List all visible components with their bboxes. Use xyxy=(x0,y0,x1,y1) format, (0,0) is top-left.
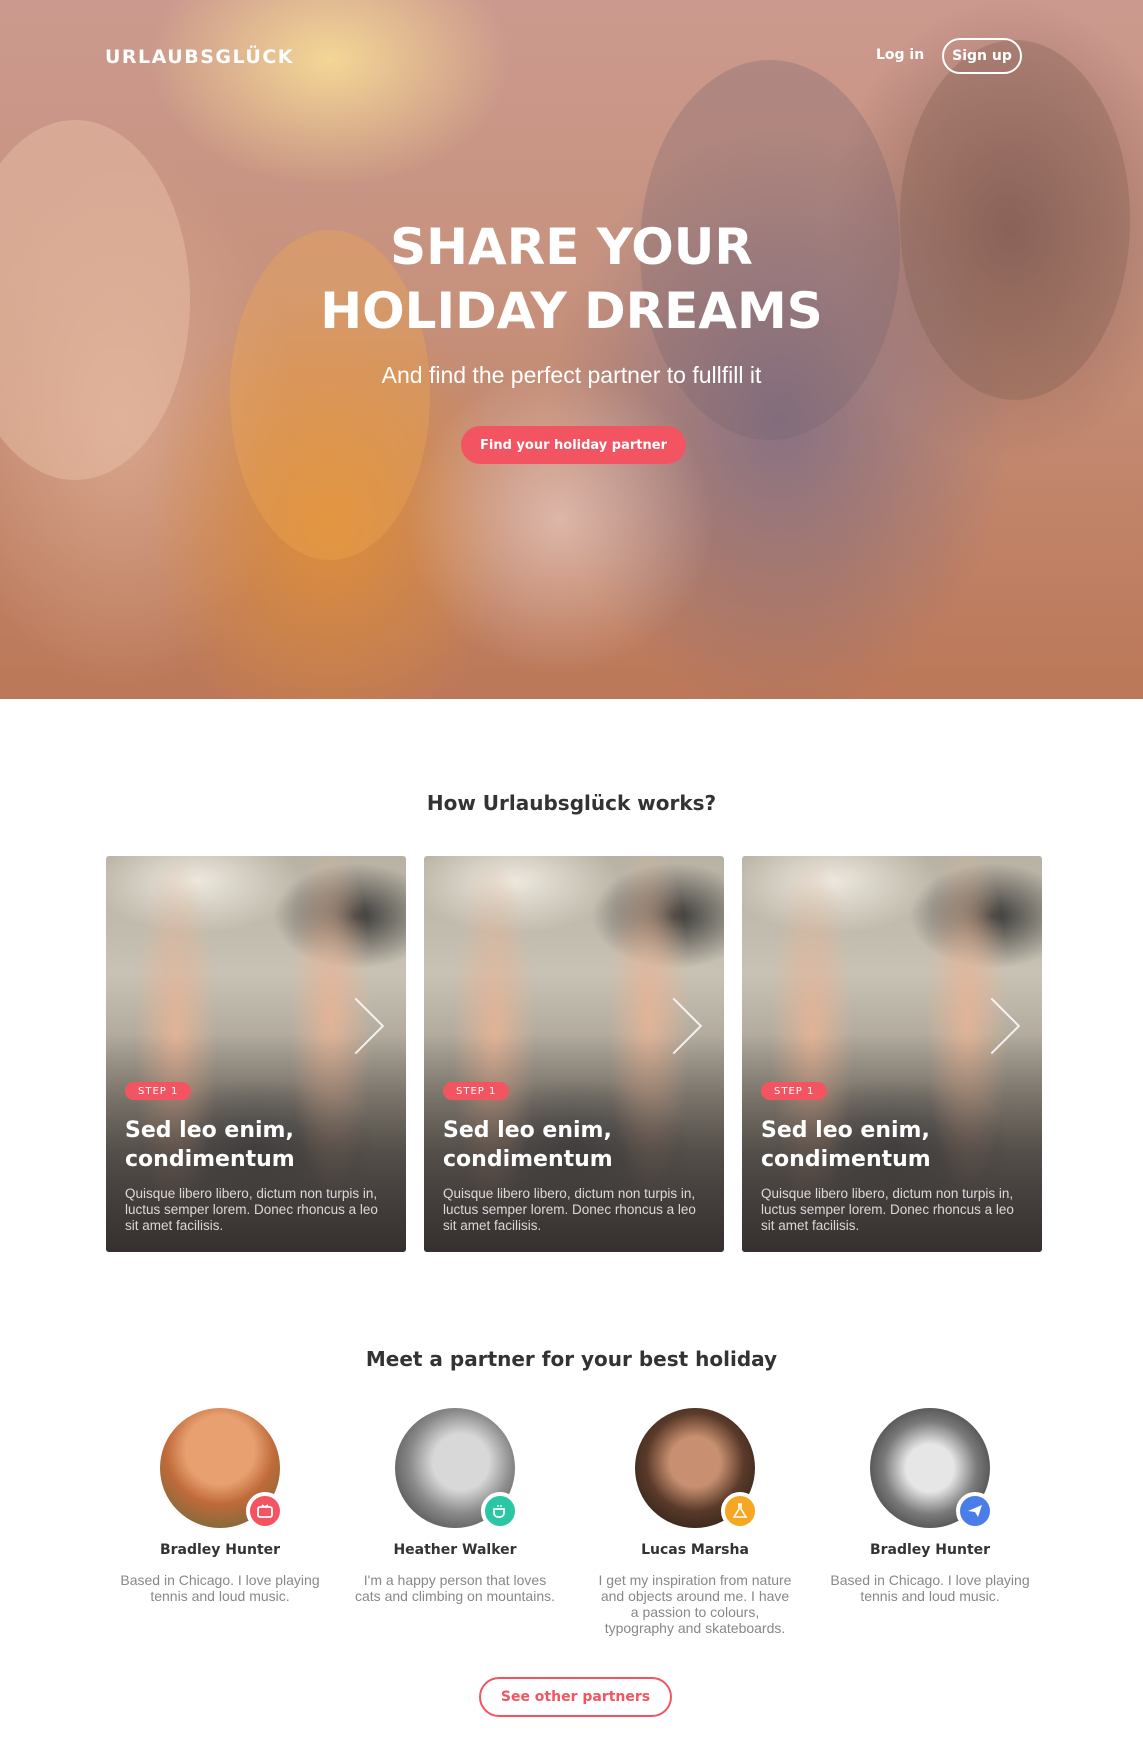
partner-card[interactable]: Bradley Hunter Based in Chicago. I love … xyxy=(120,1408,320,1604)
partner-bio: I get my inspiration from nature and obj… xyxy=(598,1572,792,1636)
partner-card[interactable]: Bradley Hunter Based in Chicago. I love … xyxy=(830,1408,1030,1604)
find-partner-button[interactable]: Find your holiday partner xyxy=(461,426,686,464)
how-it-works-title: How Urlaubsglück works? xyxy=(426,791,717,815)
hero-section: URLAUBSGLÜCK Log in Sign up SHARE YOUR H… xyxy=(0,0,1143,699)
signup-button[interactable]: Sign up xyxy=(942,38,1022,74)
brand-logo[interactable]: URLAUBSGLÜCK xyxy=(105,46,294,68)
avatar[interactable] xyxy=(160,1408,284,1530)
step-card[interactable]: STEP 1 Sed leo enim, condimentum Quisque… xyxy=(424,856,724,1252)
partner-bio: Based in Chicago. I love playing tennis … xyxy=(120,1572,320,1604)
step-card[interactable]: STEP 1 Sed leo enim, condimentum Quisque… xyxy=(742,856,1042,1252)
partner-name: Bradley Hunter xyxy=(159,1542,281,1558)
step-badge: STEP 1 xyxy=(443,1082,510,1100)
top-navigation: URLAUBSGLÜCK Log in Sign up xyxy=(0,0,1143,112)
partner-bio: Based in Chicago. I love playing tennis … xyxy=(830,1572,1030,1604)
partner-name: Bradley Hunter xyxy=(869,1542,991,1558)
hero-subtitle: And find the perfect partner to fullfill… xyxy=(381,362,762,388)
chevron-right-icon[interactable] xyxy=(963,997,1021,1055)
partner-name: Lucas Marsha xyxy=(641,1542,749,1558)
coffee-cup-icon xyxy=(481,1492,519,1530)
chevron-right-icon[interactable] xyxy=(327,997,385,1055)
hero-title-line-2: HOLIDAY DREAMS xyxy=(320,282,823,340)
avatar[interactable] xyxy=(635,1408,759,1530)
partner-bio: I'm a happy person that loves cats and c… xyxy=(355,1572,555,1604)
partner-name: Heather Walker xyxy=(393,1542,517,1558)
login-link[interactable]: Log in xyxy=(876,47,924,63)
avatar[interactable] xyxy=(870,1408,994,1530)
step-card-text: Quisque libero libero, dictum non turpis… xyxy=(761,1186,1014,1233)
step-card-text: Quisque libero libero, dictum non turpis… xyxy=(125,1186,378,1233)
paper-plane-icon xyxy=(956,1492,994,1530)
partners-title: Meet a partner for your best holiday xyxy=(365,1347,778,1371)
step-badge: STEP 1 xyxy=(125,1082,192,1100)
avatar[interactable] xyxy=(395,1408,519,1530)
hero-title: SHARE YOUR HOLIDAY DREAMS xyxy=(0,215,1143,343)
see-other-partners-button[interactable]: See other partners xyxy=(479,1677,672,1717)
partner-card[interactable]: Heather Walker I'm a happy person that l… xyxy=(355,1408,555,1604)
step-card[interactable]: STEP 1 Sed leo enim, condimentum Quisque… xyxy=(106,856,406,1252)
step-card-text: Quisque libero libero, dictum non turpis… xyxy=(443,1186,696,1233)
partner-card[interactable]: Lucas Marsha I get my inspiration from n… xyxy=(595,1408,795,1636)
step-card-title: Sed leo enim, condimentum xyxy=(761,1118,931,1172)
step-card-title: Sed leo enim, condimentum xyxy=(443,1118,613,1172)
tv-icon xyxy=(246,1492,284,1530)
step-card-title: Sed leo enim, condimentum xyxy=(125,1118,295,1172)
chevron-right-icon[interactable] xyxy=(645,997,703,1055)
hero-title-line-1: SHARE YOUR xyxy=(390,218,753,276)
flask-icon xyxy=(721,1492,759,1530)
step-badge: STEP 1 xyxy=(761,1082,828,1100)
